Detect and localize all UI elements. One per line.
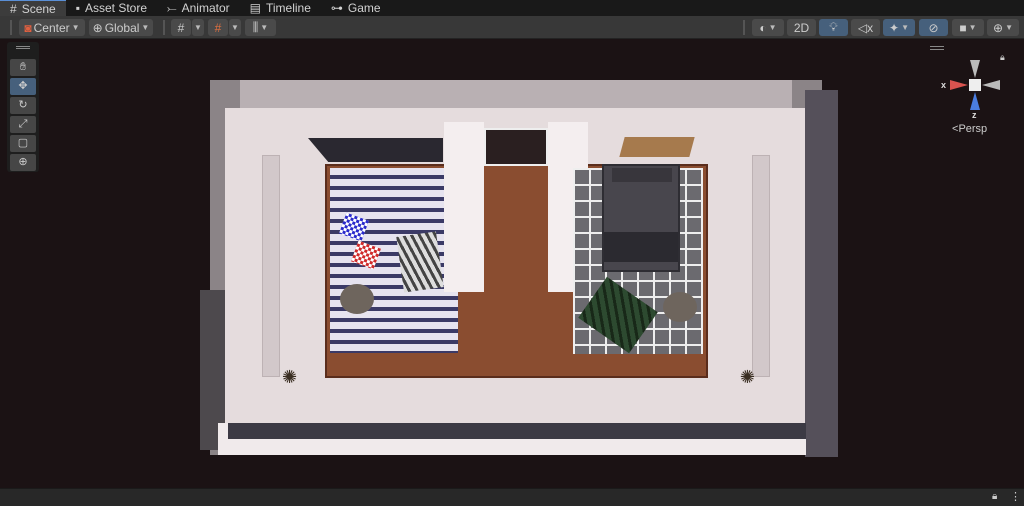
- tab-asset-store[interactable]: ▪ Asset Store: [66, 0, 157, 16]
- increment-snap-icon: ⫼: [252, 20, 259, 34]
- pivot-icon: ◙: [24, 20, 32, 35]
- left-pouf: [340, 284, 374, 314]
- move-icon: ✥: [18, 80, 28, 92]
- y-axis-cone[interactable]: [970, 60, 980, 78]
- right-window: [752, 155, 770, 377]
- chevron-down-icon: ▼: [141, 23, 150, 32]
- snap-icon: #: [214, 20, 222, 35]
- left-shelf: [308, 138, 443, 162]
- striped-blanket: [396, 231, 444, 293]
- scene-viewport[interactable]: ✺ ✺: [0, 40, 1024, 488]
- toolbar-separator: [163, 20, 165, 35]
- bed-blanket: [604, 232, 678, 262]
- left-window: [262, 155, 280, 377]
- chevron-down-icon: ▼: [901, 23, 909, 32]
- film-icon: ▤: [249, 1, 261, 15]
- camera-icon: ■: [959, 20, 967, 35]
- x-axis-label: x: [941, 80, 947, 90]
- gizmo-icon: ⊕: [993, 20, 1004, 35]
- gamepad-icon: ⊶: [330, 1, 343, 15]
- scene-toolbar: ◙ Center ▼ ⊕ Global ▼ # ▼ # ▼ ⫼ ▼ ◐ ▼ 2D 💡︎ ◁x…: [0, 16, 1024, 39]
- front-wall-base: [228, 423, 806, 439]
- snap-dropdown[interactable]: ▼: [229, 19, 241, 36]
- camera-dropdown[interactable]: ■ ▼: [952, 19, 984, 36]
- tool-palette: ✋︎ ✥ ↻ ⤢ ▢ ⊕: [7, 42, 39, 172]
- toolbar-separator: [743, 20, 745, 35]
- shading-icon: ◐: [759, 20, 767, 35]
- eye-slash-icon: ⊘: [928, 20, 939, 35]
- doorway: [484, 128, 548, 166]
- increment-snap-button[interactable]: ⫼ ▼: [245, 19, 276, 36]
- bag-icon: ▪: [75, 1, 80, 15]
- right-wall-side: [805, 90, 838, 457]
- hand-icon: ✋︎: [19, 61, 27, 73]
- z-axis-label: z: [972, 110, 977, 120]
- draw-mode-dropdown[interactable]: ◐ ▼: [752, 19, 784, 36]
- chevron-down-icon: ▼: [194, 23, 202, 32]
- tab-timeline[interactable]: ▤ Timeline: [240, 0, 321, 16]
- gizmo-handle[interactable]: [930, 46, 944, 50]
- grid-visibility-button[interactable]: #: [171, 19, 191, 36]
- chevron-down-icon: ▼: [1005, 23, 1013, 32]
- effects-dropdown[interactable]: ✦ ▼: [883, 19, 915, 36]
- chevron-down-icon: ▼: [71, 23, 80, 32]
- animator-icon: ⤚: [167, 0, 177, 15]
- lighting-toggle[interactable]: 💡︎: [819, 19, 848, 36]
- status-bar: 🔒︎ ⋮: [0, 488, 1024, 506]
- tab-bar: # Scene ▪ Asset Store ⤚ Animator ▤ Timeline …: [0, 0, 1024, 16]
- neg-x-cone[interactable]: [982, 80, 1000, 90]
- transform-icon: ⊕: [18, 156, 28, 168]
- scale-icon: ⤢: [18, 118, 28, 130]
- chevron-down-icon: ▼: [231, 23, 239, 32]
- gizmos-dropdown[interactable]: ⊕ ▼: [987, 19, 1019, 36]
- grid-icon: #: [177, 20, 185, 35]
- grid-icon: #: [10, 1, 17, 16]
- transform-tool[interactable]: ⊕: [10, 154, 36, 171]
- rect-icon: ▢: [17, 137, 29, 149]
- audio-mute-icon: ◁x: [857, 20, 874, 35]
- rotate-icon: ↻: [18, 99, 28, 111]
- effects-icon: ✦: [889, 20, 900, 35]
- z-axis-cone[interactable]: [970, 92, 980, 110]
- palette-handle[interactable]: [16, 46, 30, 49]
- x-axis-cone[interactable]: [950, 80, 968, 90]
- move-tool[interactable]: ✥: [10, 78, 36, 95]
- audio-toggle[interactable]: ◁x: [851, 19, 880, 36]
- 2d-toggle[interactable]: 2D: [787, 19, 816, 36]
- more-options-icon[interactable]: ⋮: [1010, 490, 1021, 503]
- tab-scene[interactable]: # Scene: [0, 0, 66, 16]
- grid-snap-button[interactable]: #: [208, 19, 228, 36]
- pivot-dropdown[interactable]: ◙ Center ▼: [19, 19, 85, 36]
- back-wall-top: [240, 80, 792, 108]
- orientation-gizmo[interactable]: 🔒︎ x z <Persp: [930, 44, 1024, 140]
- tab-game[interactable]: ⊶ Game: [321, 0, 391, 16]
- globe-icon: ⊕: [92, 20, 103, 35]
- grid-dropdown[interactable]: ▼: [192, 19, 204, 36]
- lightbulb-icon: 💡︎: [829, 20, 838, 34]
- scale-tool[interactable]: ⤢: [10, 116, 36, 133]
- left-plant: ✺: [282, 367, 298, 387]
- lock-icon[interactable]: 🔒︎: [1000, 52, 1005, 63]
- hand-tool[interactable]: ✋︎: [10, 59, 36, 76]
- right-pouf: [663, 292, 697, 322]
- tab-animator[interactable]: ⤚ Animator: [157, 0, 240, 16]
- projection-toggle[interactable]: <Persp: [952, 123, 987, 135]
- chevron-down-icon: ▼: [768, 23, 777, 32]
- rect-tool[interactable]: ▢: [10, 135, 36, 152]
- lock-icon[interactable]: 🔒︎: [992, 491, 997, 502]
- space-dropdown[interactable]: ⊕ Global ▼: [89, 19, 153, 36]
- toolbar-handle[interactable]: [10, 20, 12, 35]
- rotate-tool[interactable]: ↻: [10, 97, 36, 114]
- bed-pillows: [612, 168, 672, 182]
- hidden-objects-toggle[interactable]: ⊘: [919, 19, 948, 36]
- right-plant: ✺: [739, 367, 755, 387]
- chevron-down-icon: ▼: [260, 23, 269, 32]
- left-partition: [444, 122, 484, 292]
- window-frame: [619, 137, 695, 157]
- chevron-down-icon: ▼: [968, 23, 977, 32]
- center-cube[interactable]: [969, 79, 981, 91]
